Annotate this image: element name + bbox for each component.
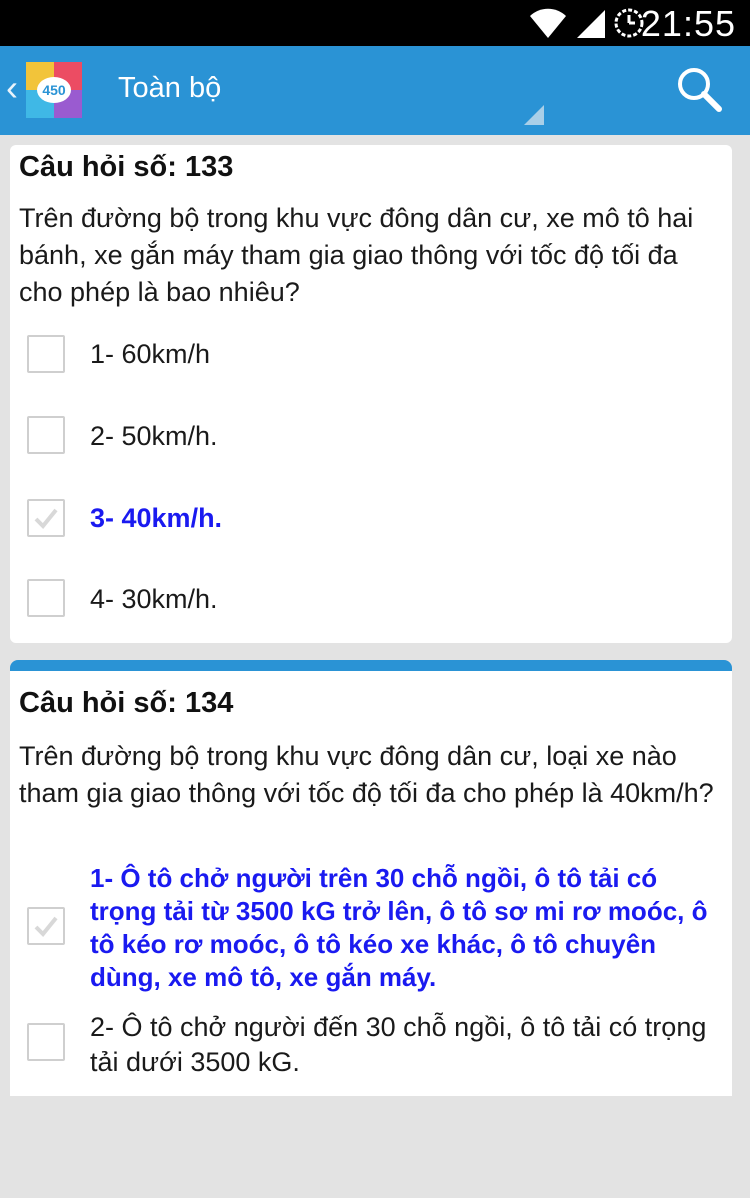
question-title: Câu hỏi số: 134 xyxy=(19,687,234,719)
answer-checkbox[interactable] xyxy=(27,335,65,373)
question-title: Câu hỏi số: 133 xyxy=(19,151,234,183)
answer-label[interactable]: 3- 40km/h. xyxy=(90,503,222,534)
action-bar: ‹ 450 Toàn bộ xyxy=(0,46,750,135)
signal-icon xyxy=(577,10,605,38)
status-bar: 21:55 xyxy=(0,0,750,46)
answer-checkbox[interactable] xyxy=(27,1023,65,1061)
question-card: Câu hỏi số: 133 Trên đường bộ trong khu … xyxy=(10,145,732,643)
back-chevron-icon[interactable]: ‹ xyxy=(6,68,18,108)
status-time: 21:55 xyxy=(640,3,736,44)
app-logo-icon[interactable]: 450 xyxy=(26,62,82,118)
check-icon xyxy=(34,508,58,529)
answer-checkbox[interactable] xyxy=(27,416,65,454)
answer-label[interactable]: 2- Ô tô chở người đến 30 chỗ ngồi, ô tô … xyxy=(90,1010,710,1080)
answer-checkbox-checked[interactable] xyxy=(27,907,65,945)
question-card: Câu hỏi số: 134 Trên đường bộ trong khu … xyxy=(10,660,732,1096)
answer-checkbox[interactable] xyxy=(27,579,65,617)
answer-checkbox-checked[interactable] xyxy=(27,499,65,537)
answer-label[interactable]: 2- 50km/h. xyxy=(90,421,218,452)
answer-label[interactable]: 4- 30km/h. xyxy=(90,584,218,615)
answer-label[interactable]: 1- Ô tô chở người trên 30 chỗ ngồi, ô tô… xyxy=(90,862,722,994)
app-logo-text: 450 xyxy=(42,82,66,98)
spinner-indicator-icon[interactable] xyxy=(524,105,544,125)
answer-label[interactable]: 1- 60km/h xyxy=(90,339,210,370)
question-text: Trên đường bộ trong khu vực đông dân cư,… xyxy=(19,203,694,307)
search-icon[interactable] xyxy=(674,64,724,114)
question-text: Trên đường bộ trong khu vực đông dân cư,… xyxy=(19,741,714,808)
check-icon xyxy=(34,916,58,937)
wifi-icon xyxy=(530,8,566,39)
page-title[interactable]: Toàn bộ xyxy=(118,72,221,105)
